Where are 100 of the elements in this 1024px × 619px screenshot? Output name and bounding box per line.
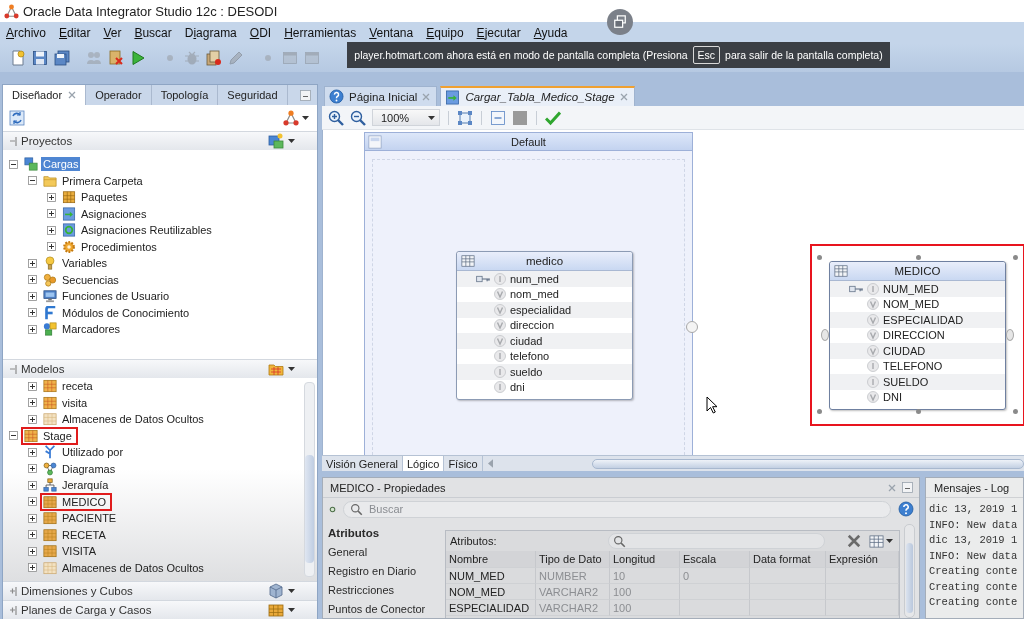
- caret-icon[interactable]: [886, 539, 893, 543]
- tree-item[interactable]: Diagramas: [60, 461, 118, 476]
- expand-icon[interactable]: [28, 324, 37, 334]
- tree-item[interactable]: Variables: [60, 256, 110, 271]
- square-icon[interactable]: [512, 109, 528, 126]
- tree-item[interactable]: Paquetes: [79, 190, 130, 205]
- tree-item[interactable]: Primera Carpeta: [60, 173, 145, 188]
- toolbar-button[interactable]: [9, 49, 27, 67]
- zoom-in-icon[interactable]: [328, 109, 344, 126]
- datastore-node[interactable]: MEDICO NUM_MED NOM_MED ESPECIALIDAD DIRECCION CIUDAD TELEFONO SUELDO DNI: [829, 261, 1006, 410]
- panel-tab[interactable]: Diseñador: [3, 85, 87, 105]
- menu-item[interactable]: ODI: [249, 26, 272, 40]
- caret-icon[interactable]: [302, 116, 309, 120]
- scrollbar[interactable]: [592, 458, 1024, 469]
- tree-item[interactable]: Almacenes de Datos Ocultos: [60, 560, 206, 575]
- expand-icon[interactable]: [47, 242, 56, 252]
- menu-item[interactable]: Diagrama: [184, 26, 237, 40]
- tree-item[interactable]: Asignaciones Reutilizables: [79, 223, 214, 238]
- editor-tab[interactable]: Cargar_Tabla_Medico_Stage: [440, 86, 635, 106]
- tree-item[interactable]: PACIENTE: [60, 511, 119, 526]
- collapse-icon[interactable]: [9, 431, 18, 441]
- connector-handle[interactable]: [1006, 329, 1014, 341]
- projects-icon[interactable]: [268, 133, 284, 149]
- nav-item[interactable]: General: [323, 542, 439, 561]
- datastore-node[interactable]: medico num_med nom_med especialidad direccion ciudad telefono sueldo dni: [456, 251, 633, 400]
- toolbar-button[interactable]: [31, 49, 49, 67]
- expand-icon[interactable]: [28, 480, 37, 490]
- caret-icon[interactable]: [288, 608, 295, 612]
- collapse-box-icon[interactable]: [490, 109, 506, 126]
- tree-item[interactable]: visita: [60, 395, 90, 410]
- menu-item[interactable]: Buscar: [134, 26, 172, 40]
- tree-item[interactable]: Stage: [41, 428, 74, 443]
- close-icon[interactable]: [68, 91, 77, 99]
- selection-handle[interactable]: [1013, 409, 1018, 414]
- expand-icon[interactable]: [28, 275, 37, 285]
- menu-item[interactable]: Ventana: [369, 26, 414, 40]
- tree-item[interactable]: Procedimientos: [79, 239, 159, 254]
- panel-tab[interactable]: Seguridad: [218, 85, 288, 105]
- caret-icon[interactable]: [288, 589, 295, 593]
- expand-icon[interactable]: [28, 398, 37, 408]
- menu-item[interactable]: Ver: [103, 26, 122, 40]
- expand-icon[interactable]: [28, 414, 37, 424]
- expand-icon[interactable]: [28, 258, 37, 268]
- zoom-out-icon[interactable]: [350, 109, 366, 126]
- connector-handle[interactable]: [686, 321, 698, 333]
- caret-icon[interactable]: [288, 139, 295, 143]
- menu-item[interactable]: Equipo: [426, 26, 464, 40]
- tree-item[interactable]: Asignaciones: [79, 206, 149, 221]
- view-tab[interactable]: Físico: [444, 456, 483, 471]
- tree-item[interactable]: Jerarquía: [60, 478, 111, 493]
- help-icon[interactable]: [898, 501, 914, 517]
- menu-item[interactable]: Ayuda: [533, 26, 568, 40]
- check-icon[interactable]: [545, 109, 561, 126]
- fit-to-window-icon[interactable]: [457, 109, 473, 126]
- close-icon[interactable]: [619, 93, 628, 101]
- nav-item[interactable]: Restricciones: [323, 580, 439, 599]
- toolbar-button[interactable]: [107, 49, 125, 67]
- expand-icon[interactable]: [28, 381, 37, 391]
- menu-item[interactable]: Archivo: [6, 26, 47, 40]
- tree-item[interactable]: Utilizado por: [60, 445, 126, 460]
- toolbar-button[interactable]: [205, 49, 223, 67]
- collapse-icon[interactable]: [9, 159, 18, 169]
- expand-icon[interactable]: [28, 308, 37, 318]
- tree-item[interactable]: MEDICO: [60, 494, 108, 509]
- nav-item[interactable]: Registro en Diario: [323, 561, 439, 580]
- scrollbar[interactable]: [304, 382, 315, 577]
- expand-icon[interactable]: [47, 209, 56, 219]
- view-tab[interactable]: Visión General: [322, 456, 403, 471]
- connect-icon[interactable]: [283, 110, 299, 126]
- column-header[interactable]: Nombre: [446, 551, 536, 568]
- menu-item[interactable]: Ejecutar: [476, 26, 521, 40]
- filter-field[interactable]: [608, 533, 825, 549]
- selection-handle[interactable]: [915, 255, 921, 260]
- tree-item[interactable]: Secuencias: [60, 272, 121, 287]
- expand-icon[interactable]: [28, 546, 37, 556]
- minimize-icon[interactable]: [300, 89, 311, 101]
- column-header[interactable]: Expresión: [826, 551, 899, 568]
- tree-item[interactable]: Cargas: [41, 157, 81, 172]
- tree-item[interactable]: RECETA: [60, 527, 108, 542]
- minimize-icon[interactable]: [902, 482, 913, 493]
- menu-item[interactable]: Herramientas: [284, 26, 357, 40]
- search-field[interactable]: Buscar: [343, 500, 891, 518]
- view-tab[interactable]: Lógico: [402, 456, 445, 471]
- expand-icon[interactable]: [28, 464, 37, 474]
- caret-icon[interactable]: [288, 367, 295, 371]
- column-header[interactable]: Tipo de Dato: [536, 551, 610, 568]
- expand-icon[interactable]: [47, 192, 56, 202]
- tree-item[interactable]: Módulos de Conocimiento: [60, 305, 192, 320]
- expand-icon[interactable]: [28, 563, 37, 573]
- expand-icon[interactable]: [47, 225, 56, 235]
- column-header[interactable]: Data format: [750, 551, 826, 568]
- tree-item[interactable]: VISITA: [60, 544, 99, 559]
- scrollbar[interactable]: [904, 524, 915, 618]
- load-plan-icon[interactable]: [268, 602, 284, 618]
- expand-section-icon[interactable]: [9, 605, 17, 615]
- expand-section-icon[interactable]: [9, 586, 17, 596]
- column-header[interactable]: Longitud: [610, 551, 680, 568]
- sync-icon[interactable]: [9, 110, 25, 126]
- tree-item[interactable]: Marcadores: [60, 322, 123, 337]
- clear-icon[interactable]: [847, 534, 861, 548]
